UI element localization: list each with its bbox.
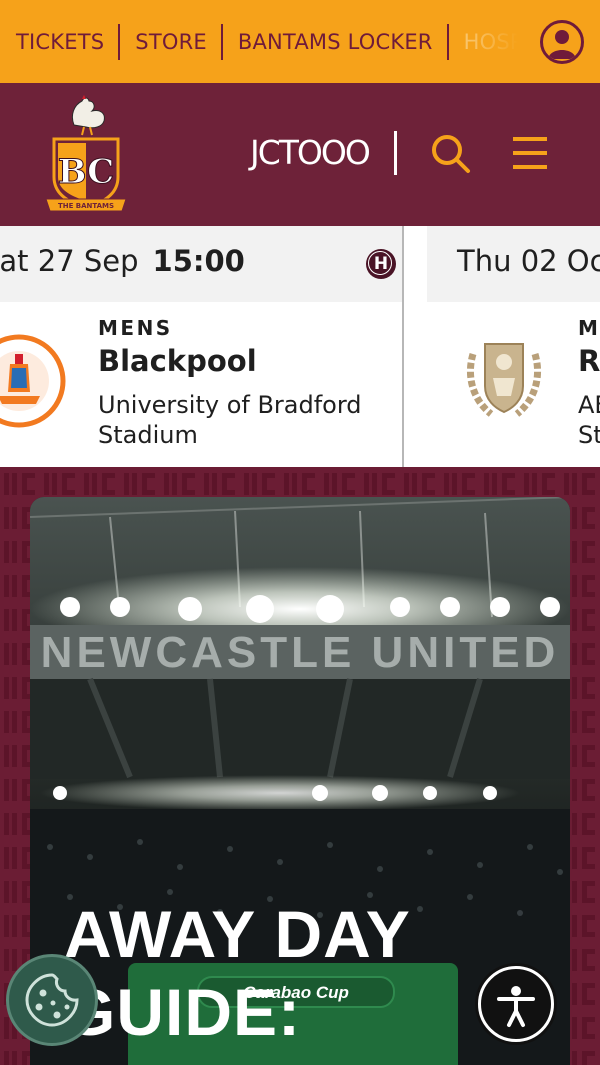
- nav-link-tickets[interactable]: TICKETS: [0, 23, 121, 60]
- fixture-date-bar: Thu 02 Oct: [427, 226, 600, 302]
- sponsor-logo[interactable]: JCTOOO: [250, 133, 371, 173]
- fixture-date-bar: Sat 27 Sep 15:00 H: [0, 226, 402, 302]
- fixture-date: Sat 27 Sep 15:00: [0, 244, 245, 278]
- user-circle-icon: [548, 30, 576, 59]
- cookie-icon: [25, 973, 79, 1027]
- crest-banner-text: THE BANTAMS: [58, 202, 114, 210]
- fixture-card[interactable]: Sat 27 Sep 15:00 H MENS Blackpool Univers…: [0, 226, 404, 467]
- fixture-date: Thu 02 Oct: [457, 244, 600, 278]
- cookie-settings-button[interactable]: [6, 954, 98, 1046]
- opponent-crest-rotherham: [467, 343, 541, 417]
- accessibility-button[interactable]: [478, 966, 554, 1042]
- feature-title: AWAY DAY GUIDE:: [64, 897, 411, 1049]
- top-nav: TICKETS STORE BANTAMS LOCKER HOSP: [0, 0, 600, 83]
- opponent-crest-blackpool: [0, 334, 66, 428]
- fixtures-carousel[interactable]: Sat 27 Sep 15:00 H MENS Blackpool Univers…: [0, 226, 600, 467]
- nav-fade-overlay: [470, 0, 530, 83]
- home-badge: H: [366, 249, 396, 279]
- fixture-competition: MENS: [98, 316, 173, 340]
- fixture-venue: University of Bradford Stadium: [98, 391, 362, 449]
- fixture-opponent[interactable]: Rotherham: [578, 344, 600, 378]
- fixture-opponent[interactable]: Blackpool: [98, 344, 257, 378]
- fixture-kickoff-time: 15:00: [152, 244, 245, 278]
- site-header: BC THE BANTAMS JCTOOO: [0, 83, 600, 226]
- fixture-card[interactable]: Thu 02 Oct MENS Rotherham AESSEAL New Yo…: [427, 226, 600, 467]
- header-divider: [394, 131, 397, 175]
- search-button[interactable]: [430, 133, 472, 175]
- crest-initials: BC: [58, 152, 114, 192]
- fixture-date-text: Thu 02 Oct: [457, 244, 600, 278]
- club-crest-logo[interactable]: BC THE BANTAMS: [44, 95, 128, 217]
- nav-link-bantams-locker[interactable]: BANTAMS LOCKER: [223, 23, 449, 60]
- fixture-venue: AESSEAL New York Stadium: [578, 391, 600, 449]
- hamburger-menu-icon: [513, 137, 547, 169]
- top-nav-links: TICKETS STORE BANTAMS LOCKER HOSP: [0, 0, 520, 83]
- fixture-competition: MENS: [578, 316, 600, 340]
- nav-link-store[interactable]: STORE: [120, 23, 223, 60]
- search-icon: [432, 135, 470, 173]
- stadium-sign-text: NEWCASTLE UNITED: [41, 628, 560, 677]
- fixture-date-text: Sat 27 Sep: [0, 244, 139, 278]
- account-button[interactable]: [540, 20, 584, 64]
- menu-button[interactable]: [510, 133, 550, 173]
- accessibility-icon: [497, 986, 535, 1027]
